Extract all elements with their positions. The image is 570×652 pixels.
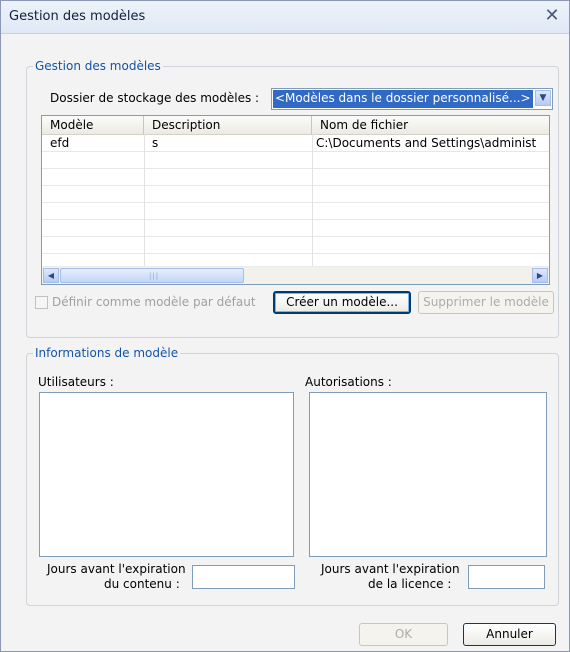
- arrow-left-icon[interactable]: ◀: [43, 268, 59, 283]
- horizontal-scrollbar[interactable]: ◀ ||| ▶: [42, 266, 549, 284]
- close-icon[interactable]: ✕: [541, 5, 563, 27]
- empty-row: [42, 237, 549, 254]
- empty-row: [42, 152, 549, 169]
- license-expiry-label-2: de la licence :: [368, 577, 452, 591]
- cancel-button[interactable]: Annuler: [463, 623, 556, 646]
- title-bar: Gestion des modèles ✕: [1, 1, 569, 34]
- dialog-window: Gestion des modèles ✕ Gestion des modèle…: [0, 0, 570, 652]
- content-expiry-field[interactable]: [192, 565, 295, 589]
- cell-description: s: [152, 136, 159, 150]
- info-group-legend: Informations de modèle: [33, 346, 181, 360]
- default-model-label: Définir comme modèle par défaut: [52, 295, 256, 309]
- table-row[interactable]: efd s C:\Documents and Settings\administ: [42, 135, 549, 152]
- default-model-checkbox[interactable]: [35, 296, 48, 309]
- empty-row: [42, 203, 549, 220]
- arrow-right-icon[interactable]: ▶: [532, 268, 548, 283]
- chevron-down-icon[interactable]: ▼: [535, 90, 551, 106]
- license-expiry-field[interactable]: [468, 565, 545, 589]
- scrollbar-thumb[interactable]: |||: [60, 268, 244, 283]
- empty-row: [42, 169, 549, 186]
- management-group-legend: Gestion des modèles: [33, 59, 163, 73]
- content-expiry-label-2: du contenu :: [104, 577, 180, 591]
- users-label: Utilisateurs :: [38, 375, 114, 389]
- cell-model: efd: [50, 136, 70, 150]
- column-header-filename[interactable]: Nom de fichier: [312, 116, 549, 134]
- ok-button[interactable]: OK: [359, 623, 448, 646]
- storage-folder-value: <Modèles dans le dossier personnalisé...…: [273, 90, 533, 108]
- cell-filename: C:\Documents and Settings\administ: [316, 136, 537, 150]
- empty-row: [42, 220, 549, 237]
- column-divider: [312, 134, 313, 267]
- license-expiry-label: Jours avant l'expiration: [321, 562, 460, 576]
- create-model-button[interactable]: Créer un modèle...: [273, 291, 411, 314]
- delete-model-button[interactable]: Supprimer le modèle: [418, 291, 554, 314]
- models-list[interactable]: Modèle Description Nom de fichier efd s …: [41, 115, 550, 285]
- column-header-description[interactable]: Description: [144, 116, 312, 134]
- list-header: Modèle Description Nom de fichier: [42, 116, 549, 135]
- empty-row: [42, 186, 549, 203]
- column-divider: [144, 134, 145, 267]
- grip-icon: |||: [149, 272, 160, 280]
- column-header-model[interactable]: Modèle: [42, 116, 144, 134]
- permissions-label: Autorisations :: [305, 375, 392, 389]
- window-title: Gestion des modèles: [9, 9, 146, 24]
- storage-folder-select[interactable]: <Modèles dans le dossier personnalisé...…: [271, 88, 553, 110]
- storage-folder-label: Dossier de stockage des modèles :: [50, 91, 260, 105]
- content-expiry-label: Jours avant l'expiration: [47, 562, 186, 576]
- permissions-list[interactable]: [309, 392, 547, 557]
- users-list[interactable]: [39, 392, 294, 557]
